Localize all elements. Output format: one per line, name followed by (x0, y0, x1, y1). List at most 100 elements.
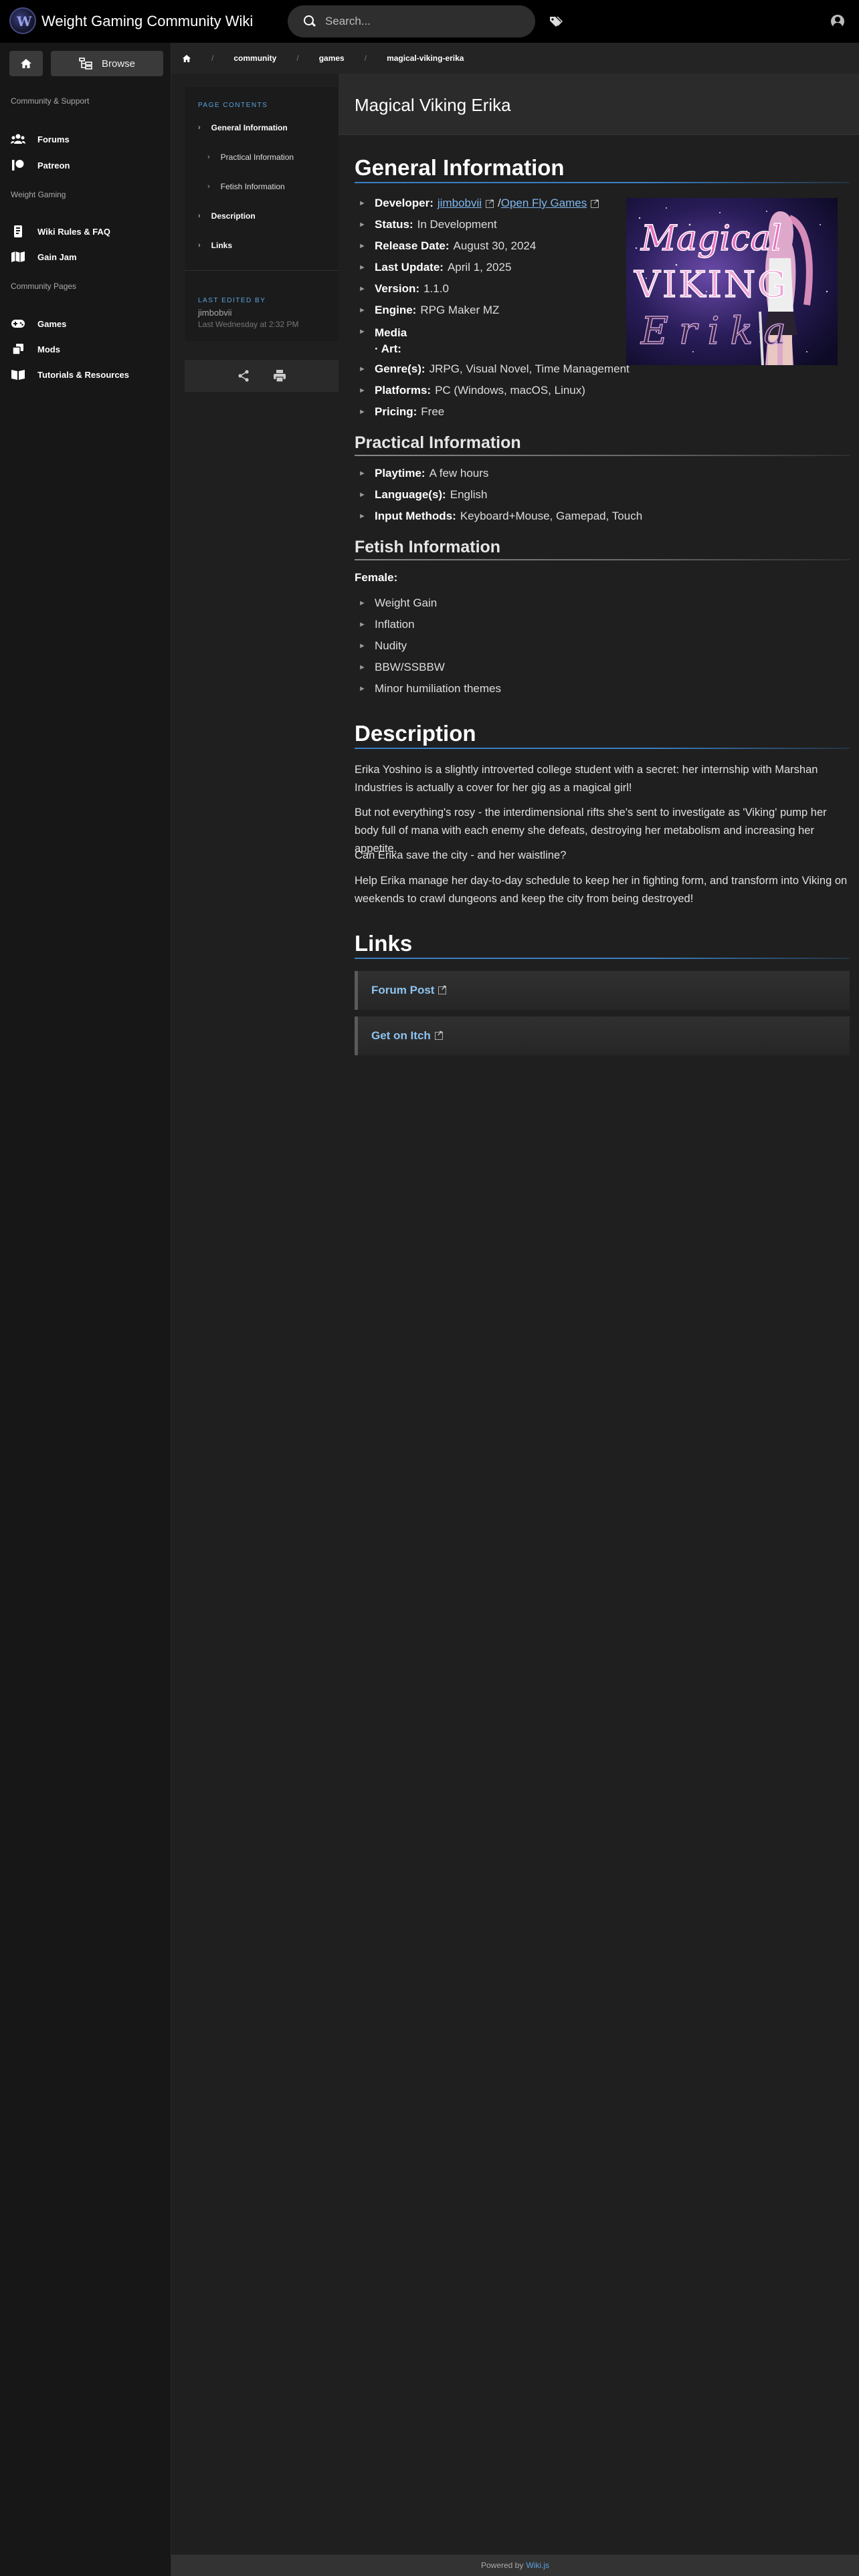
toc-item-general-information[interactable]: › General Information (198, 123, 288, 132)
bullet-icon: ► (359, 221, 366, 229)
top-header: Weight Gaming Community Wiki (0, 0, 859, 43)
toc-item-practical-information[interactable]: › Practical Information (207, 152, 294, 162)
home-icon (21, 59, 31, 68)
fetish-item: ► Weight Gain (359, 597, 437, 610)
toc-item-label: General Information (211, 123, 288, 132)
map-icon (11, 251, 25, 262)
toc-item-description[interactable]: › Description (198, 211, 256, 221)
toc-item-links[interactable]: › Links (198, 241, 232, 250)
section-heading-general-information: General Information (355, 155, 565, 180)
info-value: RPG Maker MZ (420, 304, 500, 316)
chevron-right-icon: › (198, 212, 201, 220)
breadcrumb-item[interactable]: magical-viking-erika (387, 53, 464, 63)
page-actions (185, 360, 339, 392)
fetish-item-label: BBW/SSBBW (375, 661, 445, 673)
tags-icon[interactable] (549, 15, 563, 28)
info-label: Version: (375, 282, 420, 295)
breadcrumb-item[interactable]: community (233, 53, 276, 63)
sidebar-item-patreon[interactable]: Patreon (11, 156, 70, 175)
developer-link-open-fly-games[interactable]: Open Fly Games (501, 197, 587, 209)
external-link-icon (434, 1029, 443, 1040)
developer-link-jimbobvii[interactable]: jimbobvii (438, 197, 482, 209)
info-label: Release Date: (375, 239, 450, 252)
site-title[interactable]: Weight Gaming Community Wiki (41, 13, 253, 30)
info-label: Developer: (375, 197, 434, 209)
chevron-right-icon: › (207, 153, 210, 161)
breadcrumb-separator: / (211, 53, 214, 63)
sidebar-item-wiki-rules[interactable]: Wiki Rules & FAQ (11, 222, 110, 241)
external-link-icon (438, 984, 447, 994)
search-bar[interactable] (288, 5, 535, 37)
print-icon[interactable] (273, 369, 286, 383)
page-title-band: Magical Viking Erika (339, 74, 859, 135)
info-version: ► Version: 1.1.0 (359, 282, 449, 296)
last-edited-user[interactable]: jimbobvii (198, 308, 232, 318)
bullet-icon: ► (359, 199, 366, 207)
link-label: Get on Itch (371, 1029, 431, 1042)
info-value: In Development (417, 218, 497, 231)
sitemap-icon (79, 58, 92, 70)
sidebar-item-tutorials[interactable]: Tutorials & Resources (11, 365, 129, 384)
heading-rule (355, 182, 850, 183)
bullet-icon: ► (359, 685, 366, 693)
info-value: April 1, 2025 (447, 261, 512, 274)
footer-text: Powered by (480, 2561, 524, 2570)
info-label: Pricing: (375, 405, 417, 418)
footer-product-link[interactable]: Wiki.js (526, 2561, 549, 2570)
description-paragraph: Can Erika save the city - and her waistl… (355, 849, 567, 861)
site-logo[interactable] (9, 7, 36, 34)
breadcrumb-item[interactable]: games (319, 53, 345, 63)
sidebar-item-forums[interactable]: Forums (11, 130, 70, 148)
breadcrumb-separator: / (364, 53, 367, 63)
fetish-item-label: Weight Gain (375, 597, 438, 609)
fetish-item: ► BBW/SSBBW (359, 661, 445, 674)
toc-item-fetish-information[interactable]: › Fetish Information (207, 182, 285, 191)
info-value: Keyboard+Mouse, Gamepad, Touch (460, 510, 643, 522)
sidebar-item-label: Mods (37, 344, 60, 354)
account-icon[interactable] (831, 15, 844, 28)
last-edited-time: Last Wednesday at 2:32 PM (198, 320, 299, 329)
browse-label: Browse (101, 58, 136, 70)
get-on-itch-link[interactable]: Get on Itch (355, 1016, 850, 1055)
browse-button[interactable]: Browse (51, 51, 163, 76)
bullet-icon: ► (359, 663, 366, 671)
bullet-icon: ► (359, 387, 366, 395)
layers-icon (12, 344, 23, 355)
section-heading-links: Links (355, 931, 413, 956)
home-icon[interactable] (182, 54, 191, 63)
forum-post-link[interactable]: Forum Post (355, 971, 850, 1010)
info-label: Last Update: (375, 261, 444, 274)
game-cover-image[interactable]: Magical VIKING Erika (626, 198, 838, 365)
breadcrumb-separator: / (296, 53, 299, 63)
chevron-right-icon: › (198, 124, 201, 132)
search-input[interactable] (325, 15, 512, 28)
info-developer: ► Developer:jimbobvii/Open Fly Games (359, 197, 603, 210)
sidebar-item-gain-jam[interactable]: Gain Jam (11, 247, 77, 266)
info-label: Platforms: (375, 384, 432, 397)
chevron-right-icon: › (207, 183, 210, 191)
bullet-icon: ► (359, 512, 366, 520)
toc-item-label: Fetish Information (220, 182, 285, 191)
sidebar-item-mods[interactable]: Mods (11, 340, 60, 358)
home-button[interactable] (9, 51, 43, 76)
patreon-icon (12, 160, 24, 171)
fetish-item: ► Minor humiliation themes (359, 682, 501, 695)
info-label: Playtime: (375, 467, 425, 479)
bullet-icon: ► (359, 263, 366, 272)
fetish-item: ► Nudity (359, 639, 407, 653)
bullet-icon: ► (359, 599, 366, 607)
info-value: August 30, 2024 (453, 239, 537, 252)
share-icon[interactable] (237, 369, 250, 383)
bullet-icon: ► (359, 328, 366, 336)
section-heading-practical-information: Practical Information (355, 433, 521, 452)
sidebar-item-games[interactable]: Games (11, 314, 66, 333)
section-heading-fetish-information: Fetish Information (355, 538, 501, 556)
last-edited-label: LAST EDITED BY (198, 297, 266, 304)
left-sidebar: Browse Community & Support Forums Patreo… (0, 43, 171, 2576)
toc-item-label: Practical Information (220, 152, 294, 162)
info-value: English (450, 488, 488, 501)
toc-item-label: Description (211, 211, 256, 221)
breadcrumb: / community / games / magical-viking-eri… (171, 43, 859, 74)
bullet-icon: ► (359, 621, 366, 629)
info-release-date: ► Release Date: August 30, 2024 (359, 239, 536, 253)
